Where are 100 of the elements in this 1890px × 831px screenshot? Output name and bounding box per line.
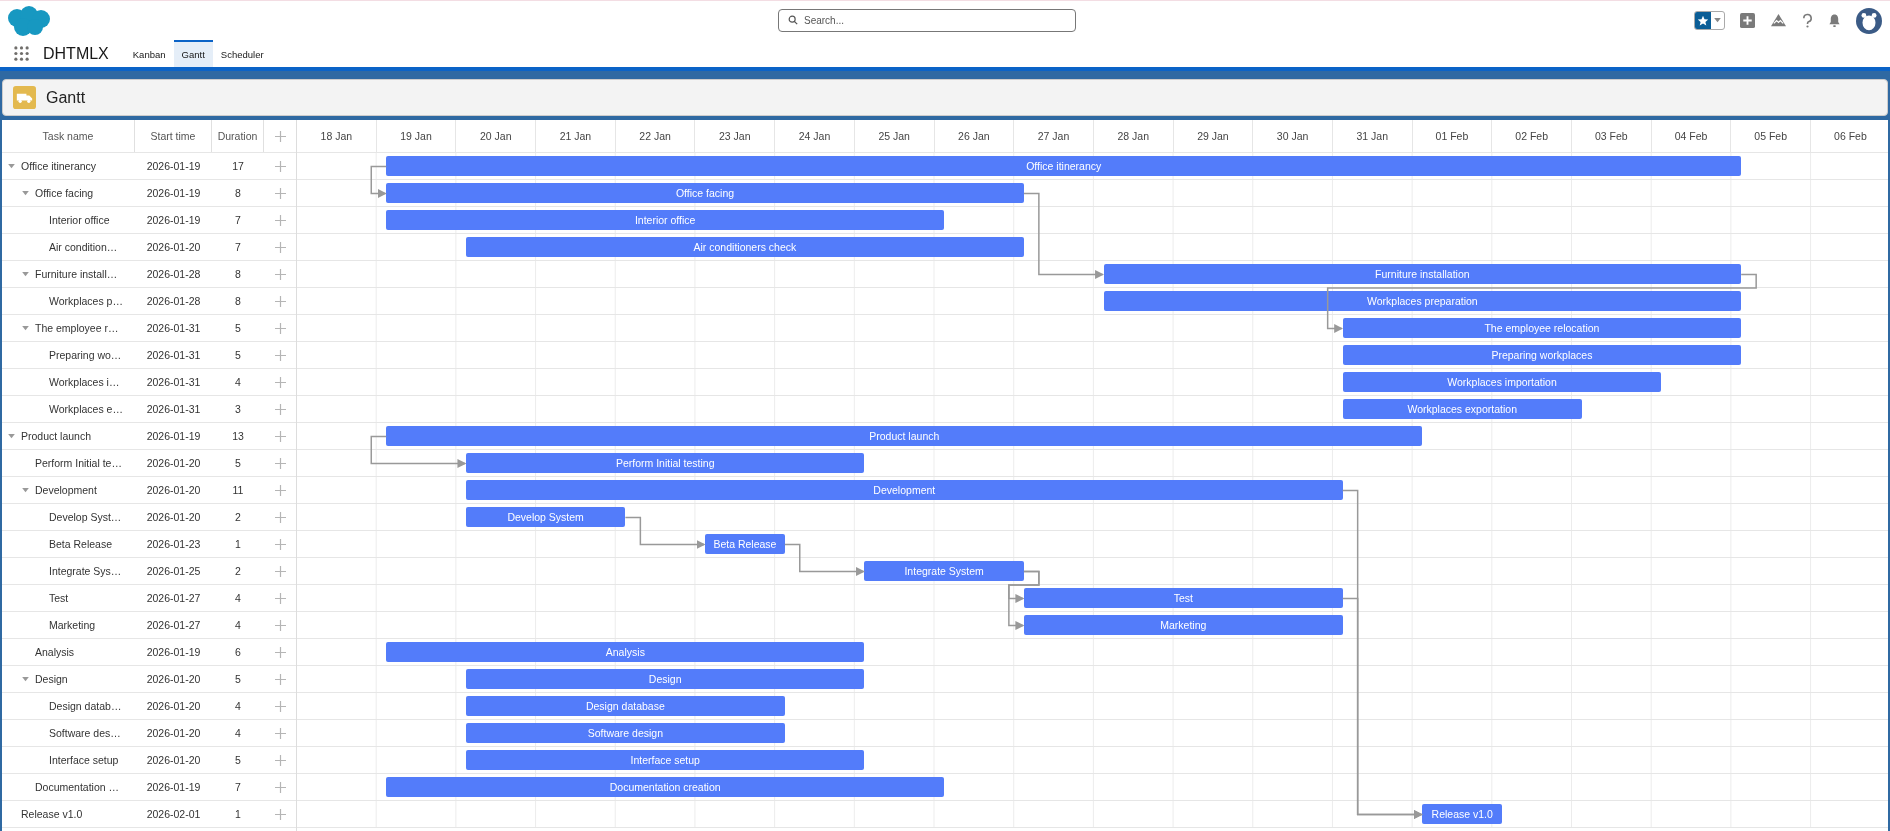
add-icon[interactable] [1740,13,1755,28]
avatar-icon[interactable] [1856,7,1882,34]
task-bar[interactable]: Analysis [386,642,865,662]
task-bar[interactable]: Integrate System [864,561,1024,581]
task-name: Marketing [49,619,96,631]
add-task-icon[interactable] [274,349,286,361]
add-task-icon[interactable] [274,187,286,199]
add-task-icon[interactable] [274,538,286,550]
task-bar[interactable]: Release v1.0 [1422,804,1503,824]
task-bar[interactable]: Office itinerancy [386,156,1742,176]
caret-icon[interactable] [22,676,29,682]
favorites-button[interactable] [1694,11,1725,30]
task-bar[interactable]: Workplaces exportation [1342,399,1582,419]
start-date: 2026-01-28 [146,295,201,307]
task-bar[interactable]: Test [1023,588,1343,608]
task-name: Beta Release [49,538,113,550]
search-field[interactable]: Search... [778,9,1076,32]
add-task-icon[interactable] [274,484,286,496]
task-bar[interactable]: Preparing workplaces [1342,345,1742,365]
add-task-icon[interactable] [274,322,286,334]
add-task-icon[interactable] [274,430,286,442]
task-bar[interactable]: Air conditioners check [465,237,1024,257]
task-bar[interactable]: Beta Release [705,534,785,554]
add-task-icon[interactable] [274,403,286,415]
add-task-icon[interactable] [274,376,286,388]
app-launcher-icon[interactable] [14,46,29,61]
duration-value: 11 [232,484,244,496]
link-arrow[interactable] [1008,570,1040,630]
task-bar[interactable]: Furniture installation [1103,264,1742,284]
add-task-icon[interactable] [274,511,286,523]
link-arrow[interactable] [784,543,865,576]
bell-icon[interactable] [1828,13,1841,28]
caret-icon[interactable] [22,325,29,331]
cloud-logo [5,4,51,37]
task-bar[interactable]: Design [465,669,865,689]
truck-icon [13,86,36,109]
link-arrow[interactable] [1023,192,1105,279]
task-bar[interactable]: Design database [465,696,785,716]
add-task-icon[interactable] [274,295,286,307]
start-date: 2026-01-27 [146,592,201,604]
task-bar[interactable]: Workplaces preparation [1103,291,1742,311]
add-task-icon[interactable] [274,241,286,253]
task-name: Office itinerancy [21,160,97,172]
date-label: 01 Feb [1412,120,1493,152]
caret-icon[interactable] [22,190,29,196]
add-task-icon[interactable] [274,565,286,577]
duration-value: 5 [235,322,241,334]
task-bar[interactable]: Office facing [386,183,1024,203]
mountain-icon[interactable] [1770,13,1787,28]
start-date: 2026-01-19 [146,214,201,226]
task-bar[interactable]: Development [465,480,1343,500]
date-label: 25 Jan [854,120,935,152]
duration-value: 5 [235,673,241,685]
link-arrow[interactable] [624,516,706,549]
link-arrow[interactable] [370,165,387,198]
add-task-icon[interactable] [274,646,286,658]
task-bar[interactable]: Documentation creation [386,777,945,797]
task-bar[interactable]: Product launch [386,426,1423,446]
task-bar[interactable]: Develop System [465,507,626,527]
nav-tab[interactable]: Kanban [124,40,174,67]
date-label: 21 Jan [536,120,616,152]
add-task-icon[interactable] [274,268,286,280]
nav-tab[interactable]: Scheduler [212,40,272,67]
add-task-icon[interactable] [274,619,286,631]
task-bar[interactable]: Software design [465,723,785,743]
start-date: 2026-01-27 [146,619,201,631]
add-task-icon[interactable] [274,457,286,469]
add-task-icon[interactable] [274,673,286,685]
start-date: 2026-01-25 [146,565,201,577]
add-task-icon[interactable] [274,130,286,142]
task-bar[interactable]: Marketing [1023,615,1343,635]
caret-icon[interactable] [22,487,29,493]
link-arrow[interactable] [370,435,467,468]
task-bar[interactable]: Interface setup [465,750,865,770]
date-label: 03 Feb [1572,120,1652,152]
caret-icon[interactable] [8,433,15,439]
date-label: 30 Jan [1253,120,1333,152]
date-label: 27 Jan [1014,120,1094,152]
start-date: 2026-01-20 [146,727,201,739]
task-bar[interactable]: Interior office [386,210,945,230]
add-task-icon[interactable] [274,781,286,793]
nav-tab[interactable]: Gantt [173,40,213,67]
task-bar[interactable]: Workplaces importation [1342,372,1662,392]
help-icon[interactable] [1802,12,1813,29]
task-name: Workplaces i… [49,376,120,388]
add-task-icon[interactable] [274,700,286,712]
link-arrow[interactable] [1341,597,1423,819]
add-task-icon[interactable] [274,214,286,226]
caret-icon[interactable] [22,271,29,277]
add-task-icon[interactable] [274,727,286,739]
start-date: 2026-01-19 [146,781,201,793]
task-bar[interactable]: Perform Initial testing [465,453,865,473]
task-bar[interactable]: The employee relocation [1342,318,1742,338]
add-task-icon[interactable] [274,160,286,172]
caret-icon[interactable] [8,163,15,169]
add-task-icon[interactable] [274,808,286,820]
date-label: 26 Jan [934,120,1015,152]
add-task-icon[interactable] [274,754,286,766]
add-task-icon[interactable] [274,592,286,604]
task-name: Office facing [35,187,94,199]
